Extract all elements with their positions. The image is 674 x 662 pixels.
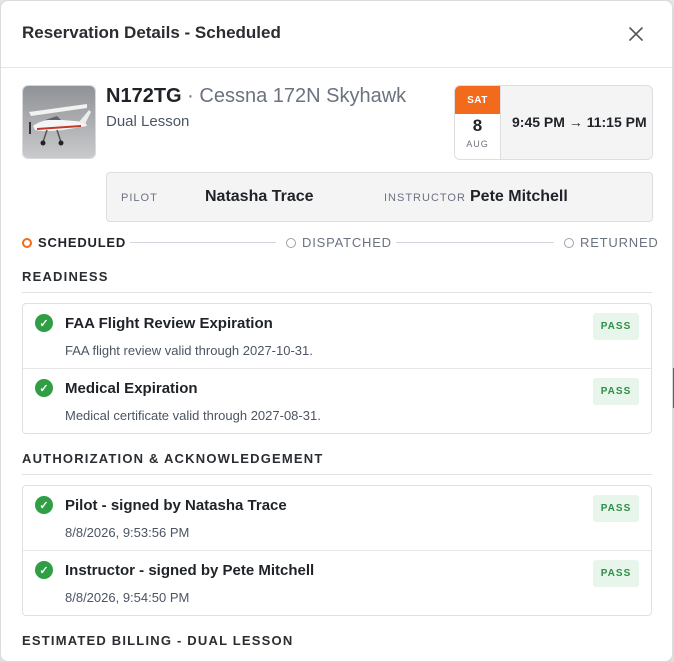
schedule-card: SAT 8 AUG 9:45 PM → 11:15 PM — [454, 85, 653, 160]
lesson-type: Dual Lesson — [106, 113, 190, 130]
reservation-details-modal: Reservation Details - Scheduled N172TG ·… — [0, 0, 673, 662]
readiness-heading: READINESS — [22, 269, 109, 284]
aircraft-photo — [22, 85, 96, 159]
title-separator: · — [181, 85, 200, 107]
status-badge: PASS — [593, 313, 639, 340]
check-detail: 8/8/2026, 9:53:56 PM — [65, 525, 190, 540]
modal-title: Reservation Details - Scheduled — [22, 23, 281, 42]
step-scheduled-dot — [22, 238, 32, 248]
check-circle-icon: ✓ — [35, 561, 53, 579]
list-item: ✓ Instructor - signed by Pete Mitchell 8… — [23, 550, 651, 615]
status-badge: PASS — [593, 560, 639, 587]
pilot-label: PILOT — [121, 192, 158, 204]
step-dispatched: DISPATCHED — [302, 235, 392, 250]
section-divider — [22, 292, 652, 293]
check-detail: Medical certificate valid through 2027-0… — [65, 408, 321, 423]
modal-header: Reservation Details - Scheduled — [1, 1, 672, 68]
step-connector — [396, 242, 554, 243]
billing-heading: ESTIMATED BILLING - DUAL LESSON — [22, 633, 294, 648]
month: AUG — [466, 139, 489, 149]
aircraft-model: Cessna 172N Skyhawk — [199, 85, 407, 107]
check-title: Pilot - signed by Natasha Trace — [65, 497, 287, 514]
authorization-heading: AUTHORIZATION & ACKNOWLEDGEMENT — [22, 451, 324, 466]
tail-number: N172TG — [106, 85, 182, 107]
check-title: FAA Flight Review Expiration — [65, 315, 273, 332]
status-badge: PASS — [593, 378, 639, 405]
step-returned: RETURNED — [580, 235, 659, 250]
time-range: 9:45 PM → 11:15 PM — [512, 114, 647, 130]
authorization-list: ✓ Pilot - signed by Natasha Trace 8/8/20… — [22, 485, 652, 616]
aircraft-title: N172TG · Cessna 172N Skyhawk — [106, 85, 406, 108]
step-dispatched-dot — [286, 238, 296, 248]
status-stepper: SCHEDULED DISPATCHED RETURNED — [22, 234, 658, 250]
readiness-list: ✓ FAA Flight Review Expiration FAA fligh… — [22, 303, 652, 434]
list-item: ✓ FAA Flight Review Expiration FAA fligh… — [23, 304, 651, 368]
close-button[interactable] — [625, 23, 647, 45]
list-item: ✓ Medical Expiration Medical certificate… — [23, 368, 651, 433]
instructor-label: INSTRUCTOR — [384, 192, 466, 204]
check-detail: 8/8/2026, 9:54:50 PM — [65, 590, 190, 605]
crew-card: PILOT Natasha Trace INSTRUCTOR Pete Mitc… — [106, 172, 653, 222]
check-title: Instructor - signed by Pete Mitchell — [65, 562, 315, 579]
close-icon — [629, 27, 643, 41]
section-divider — [22, 474, 652, 475]
step-connector — [130, 242, 276, 243]
step-returned-dot — [564, 238, 574, 248]
check-detail: FAA flight review valid through 2027-10-… — [65, 343, 313, 358]
status-badge: PASS — [593, 495, 639, 522]
step-scheduled: SCHEDULED — [38, 235, 127, 250]
day-of-week: SAT — [455, 86, 500, 114]
day-number: 8 — [472, 116, 483, 135]
check-circle-icon: ✓ — [35, 496, 53, 514]
date-badge: SAT 8 AUG — [455, 86, 501, 159]
check-circle-icon: ✓ — [35, 379, 53, 397]
check-circle-icon: ✓ — [35, 314, 53, 332]
check-title: Medical Expiration — [65, 380, 198, 397]
pilot-name: Natasha Trace — [205, 188, 314, 205]
instructor-name: Pete Mitchell — [470, 188, 568, 205]
list-item: ✓ Pilot - signed by Natasha Trace 8/8/20… — [23, 486, 651, 550]
